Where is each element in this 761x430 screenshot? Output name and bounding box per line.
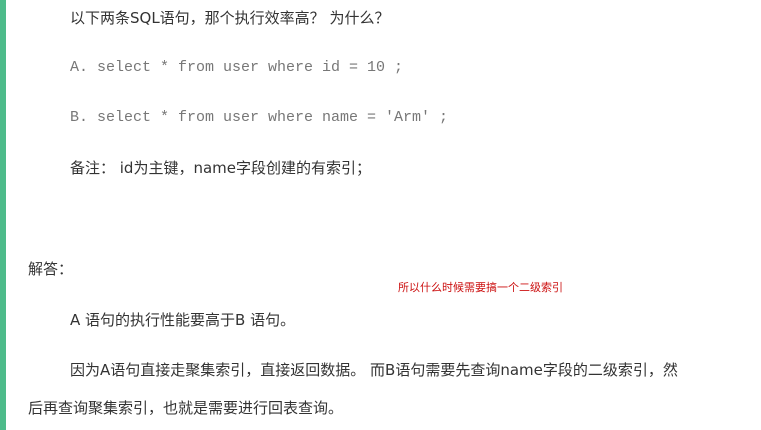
answer-line-2: 因为A语句直接走聚集索引，直接返回数据。 而B语句需要先查询name字段的二级索…	[70, 361, 678, 379]
question-text: 以下两条SQL语句，那个执行效率高？ 为什么？	[70, 9, 390, 27]
red-annotation: 所以什么时候需要搞一个二级索引	[398, 281, 563, 294]
answer-line-3: 后再查询聚集索引，也就是需要进行回表查询。	[28, 399, 344, 417]
option-a-sql: A. select * from user where id = 10 ;	[70, 59, 404, 76]
article-body: 以下两条SQL语句，那个执行效率高？ 为什么？ A. select * from…	[0, 0, 761, 430]
answer-line-1: A 语句的执行性能要高于B 语句。	[70, 311, 296, 329]
answer-heading: 解答：	[28, 260, 74, 278]
option-b-sql: B. select * from user where name = 'Arm'…	[70, 109, 449, 126]
remark-text: 备注： id为主键，name字段创建的有索引；	[70, 159, 371, 177]
